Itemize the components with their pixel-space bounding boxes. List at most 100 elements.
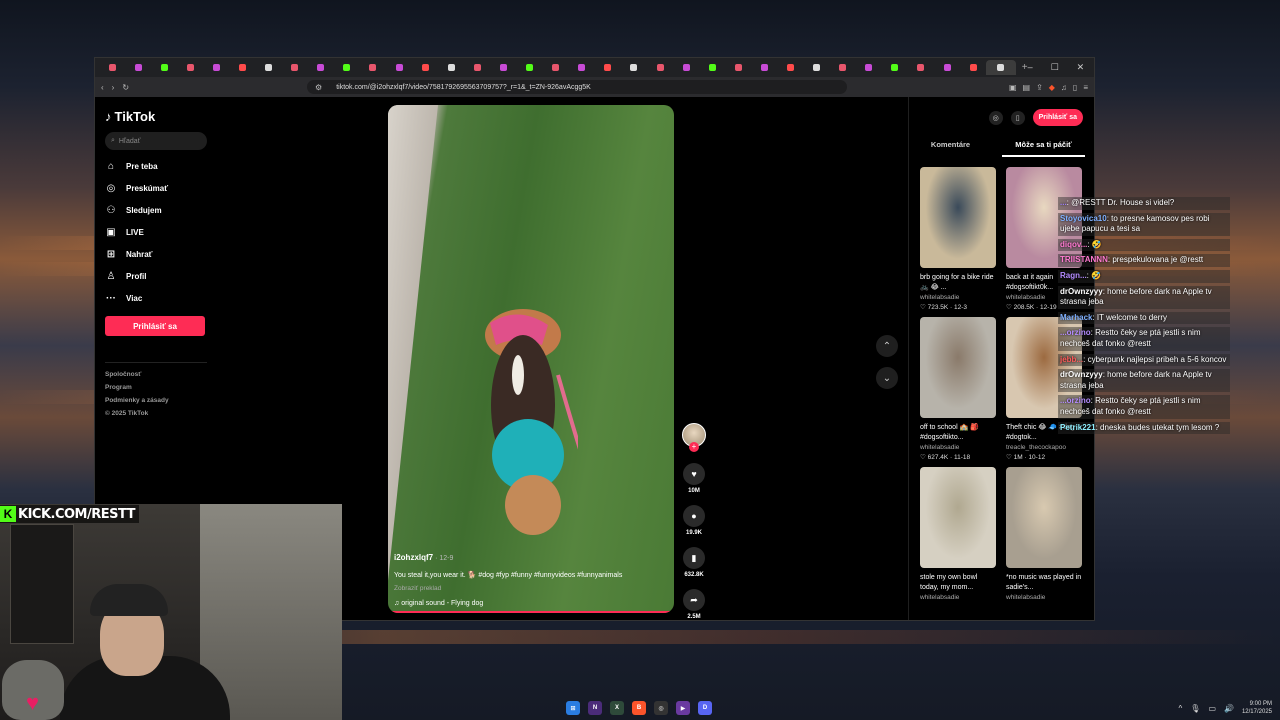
tab-comments[interactable]: Komentáre	[909, 140, 992, 157]
browser-tab[interactable]	[621, 60, 647, 75]
browser-tab[interactable]	[986, 60, 1016, 75]
chat-username[interactable]: Stoyovica10	[1060, 214, 1107, 223]
browser-tab[interactable]	[177, 60, 203, 75]
browser-tab[interactable]	[882, 60, 908, 75]
card-title[interactable]: off to school 🏫 🎒 #dogsoftikto...	[920, 423, 996, 442]
prev-video-button[interactable]: ⌃	[876, 335, 898, 357]
app-icon[interactable]: ◎	[654, 701, 668, 715]
footer-link[interactable]: Program	[105, 384, 207, 391]
video-sound[interactable]: ♫ original sound - Flying dog	[394, 600, 668, 607]
video-thumbnail[interactable]	[1006, 467, 1082, 568]
video-card[interactable]: stole my own bowl today, my mom... white…	[920, 467, 996, 603]
browser-tab[interactable]	[229, 60, 255, 75]
chat-username[interactable]: Petrik221	[1060, 423, 1096, 432]
card-user[interactable]: treacle_thecockapoo	[1006, 444, 1082, 451]
share-icon[interactable]: ⇪	[1036, 83, 1043, 92]
browser-tab[interactable]	[360, 60, 386, 75]
url-field[interactable]: ⚙ tiktok.com/@i2ohzxlqf7/video/758179269…	[307, 80, 848, 94]
browser-tab[interactable]	[673, 60, 699, 75]
video-thumbnail[interactable]	[920, 167, 996, 268]
card-user[interactable]: whitelabsadie	[920, 594, 996, 601]
chat-username[interactable]: drOwnzyyy	[1060, 287, 1103, 296]
nav-item-1[interactable]: ◎ Preskúmať	[105, 182, 207, 194]
chat-username[interactable]: ...orzino	[1060, 328, 1091, 337]
browser-tab[interactable]	[960, 60, 986, 75]
browser-tab[interactable]	[99, 60, 125, 75]
app-icon[interactable]: ▶	[676, 701, 690, 715]
chat-username[interactable]: Marhack	[1060, 313, 1092, 322]
close-icon[interactable]: ✕	[1077, 62, 1085, 73]
chat-username[interactable]: jebb...	[1060, 355, 1083, 364]
browser-tab[interactable]	[386, 60, 412, 75]
discord-icon[interactable]: D	[698, 701, 712, 715]
browser-tab[interactable]	[908, 60, 934, 75]
footer-link[interactable]: Spoločnosť	[105, 371, 207, 378]
video-thumbnail[interactable]	[920, 317, 996, 418]
browser-tab[interactable]	[934, 60, 960, 75]
clock[interactable]: 9:00 PM 12/17/2025	[1242, 700, 1272, 716]
browser-tab[interactable]	[856, 60, 882, 75]
card-title[interactable]: brb going for a bike ride 🚲 😂 ...	[920, 273, 996, 292]
back-icon[interactable]: ‹	[101, 83, 104, 92]
brave-browser-icon[interactable]: B	[632, 701, 646, 715]
forward-icon[interactable]: ›	[112, 83, 115, 92]
next-video-button[interactable]: ⌄	[876, 367, 898, 389]
comment-button[interactable]: ●	[683, 505, 705, 527]
browser-tab[interactable]	[125, 60, 151, 75]
card-title[interactable]: *no music was played in sadie's...	[1006, 573, 1082, 592]
nav-item-4[interactable]: ⊞ Nahrať	[105, 248, 207, 260]
extension-icon[interactable]: ▤	[1023, 83, 1031, 92]
minimize-icon[interactable]: –	[1028, 62, 1033, 73]
chat-username[interactable]: drOwnzyyy	[1060, 370, 1103, 379]
browser-tab[interactable]	[777, 60, 803, 75]
chat-username[interactable]: ...	[1060, 198, 1067, 207]
browser-tab[interactable]	[569, 60, 595, 75]
browser-tab[interactable]	[699, 60, 725, 75]
windows-start-icon[interactable]: ⊞	[566, 701, 580, 715]
browser-tab[interactable]	[595, 60, 621, 75]
app-icon[interactable]: X	[610, 701, 624, 715]
browser-tab[interactable]	[517, 60, 543, 75]
video-author[interactable]: i2ohzxlqf7	[394, 553, 433, 562]
mic-icon[interactable]: 🎙	[1190, 704, 1200, 713]
nav-item-2[interactable]: ⚇ Sledujem	[105, 204, 207, 216]
browser-tab[interactable]	[830, 60, 856, 75]
right-login-button[interactable]: Prihlásiť sa	[1032, 109, 1083, 126]
card-user[interactable]: whitelabsadie	[920, 444, 996, 451]
extension-icon[interactable]: ▣	[1009, 83, 1017, 92]
maximize-icon[interactable]: ☐	[1051, 62, 1059, 73]
brave-shield-icon[interactable]: ◆	[1049, 83, 1055, 92]
browser-tab[interactable]	[725, 60, 751, 75]
card-user[interactable]: whitelabsadie	[920, 294, 996, 301]
browser-tab[interactable]	[282, 60, 308, 75]
translate-link[interactable]: Zobraziť preklad	[394, 585, 668, 592]
browser-tab[interactable]	[308, 60, 334, 75]
browser-tab[interactable]	[647, 60, 673, 75]
search-input[interactable]: ⌕ Hľadať	[105, 132, 207, 150]
browser-tab[interactable]	[490, 60, 516, 75]
tray-chevron-icon[interactable]: ^	[1179, 704, 1183, 713]
video-card[interactable]: *no music was played in sadie's... white…	[1006, 467, 1082, 603]
share-button[interactable]: ➦	[683, 589, 705, 611]
tiktok-logo[interactable]: ♪ TikTok	[105, 109, 207, 124]
nav-item-6[interactable]: ··· Viac	[105, 292, 207, 304]
menu-icon[interactable]: ≡	[1083, 83, 1088, 92]
volume-icon[interactable]: 🔊	[1224, 704, 1234, 713]
browser-tab[interactable]	[151, 60, 177, 75]
follow-plus-icon[interactable]: +	[689, 442, 699, 452]
video-progress-bar[interactable]	[388, 611, 674, 613]
nav-item-0[interactable]: ⌂ Pre teba	[105, 160, 207, 172]
app-icon[interactable]: N	[588, 701, 602, 715]
chat-username[interactable]: TRIISTANNN	[1060, 255, 1108, 264]
nav-item-3[interactable]: ▣ LIVE	[105, 226, 207, 238]
browser-tab[interactable]	[256, 60, 282, 75]
video-thumbnail[interactable]	[920, 467, 996, 568]
tab-you-may-like[interactable]: Môže sa ti páčiť	[1002, 140, 1085, 157]
video-player[interactable]: i2ohzxlqf7 · 12-9 You steal it,you wear …	[388, 105, 674, 613]
compass-icon[interactable]: ◎	[988, 110, 1003, 125]
save-button[interactable]: ▮	[683, 547, 705, 569]
network-icon[interactable]: ▭	[1208, 704, 1216, 713]
site-info-icon[interactable]: ⚙	[315, 83, 322, 92]
device-icon[interactable]: ▯	[1010, 110, 1025, 125]
like-button[interactable]: ♥	[683, 463, 705, 485]
